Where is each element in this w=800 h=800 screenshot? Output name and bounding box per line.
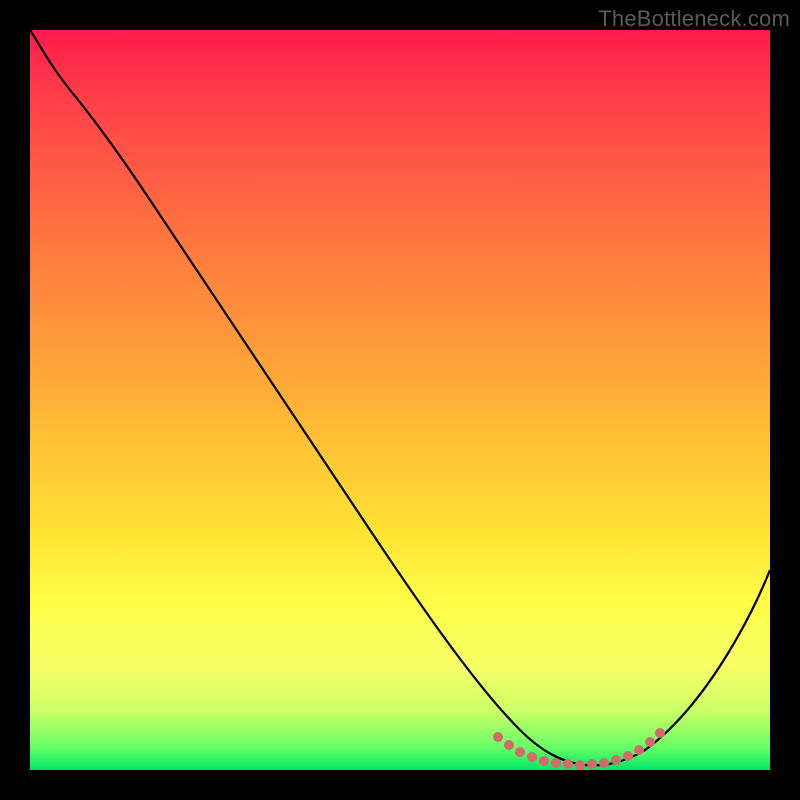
watermark-text: TheBottleneck.com [598, 6, 790, 32]
plot-area [30, 30, 770, 770]
minimum-marker-dots [494, 729, 665, 770]
chart-svg [30, 30, 770, 770]
chart-container: TheBottleneck.com [0, 0, 800, 800]
bottleneck-curve-path [30, 30, 770, 765]
